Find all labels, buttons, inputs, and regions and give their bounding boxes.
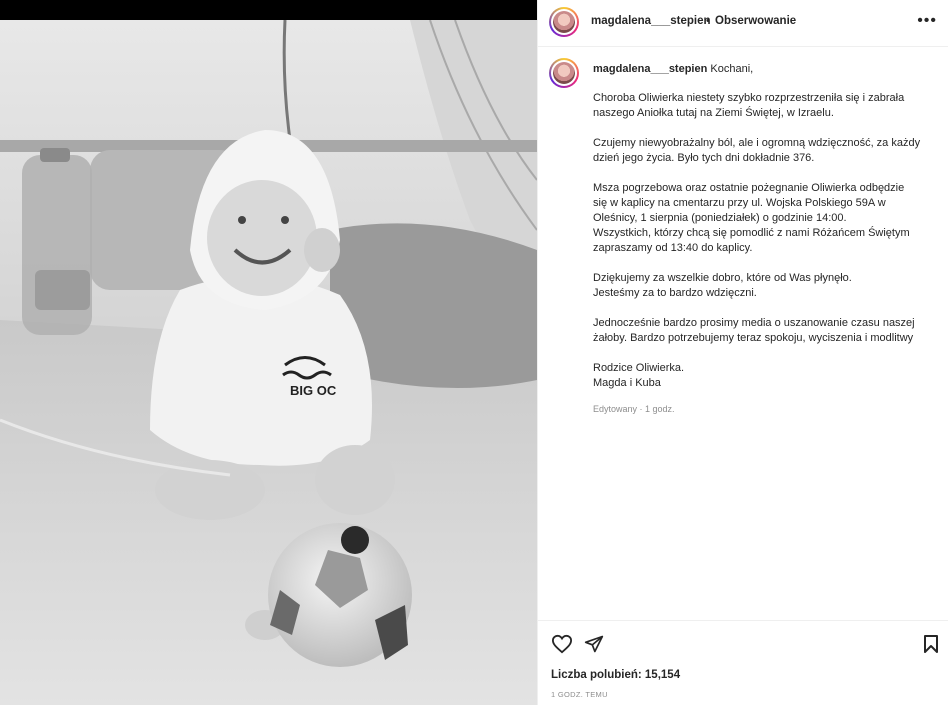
avatar[interactable]: [549, 7, 579, 37]
shirt-text: BIG OC: [290, 383, 337, 398]
top-black-bar: [0, 0, 537, 20]
likes-count[interactable]: Liczba polubień: 15,154: [551, 669, 680, 681]
header-username[interactable]: magdalena___stepien: [591, 15, 711, 27]
post-actions: Liczba polubień: 15,154 1 GODZ. TEMU: [538, 620, 948, 706]
caption-paragraph: Rodzice Oliwierka. Magda i Kuba: [593, 362, 685, 389]
following-button[interactable]: Obserwowanie: [715, 15, 796, 27]
caption-paragraph: Msza pogrzebowa oraz ostatnie pożegnanie…: [593, 182, 910, 254]
edited-timestamp: Edytowany · 1 godz.: [593, 404, 675, 414]
post-time-ago: 1 GODZ. TEMU: [551, 690, 608, 699]
header-separator: •: [706, 15, 710, 27]
caption-first-line: magdalena___stepien Kochani,: [593, 62, 933, 77]
bookmark-icon[interactable]: [923, 634, 939, 654]
caption-greeting: Kochani,: [710, 63, 754, 75]
post-photo[interactable]: BIG OC: [0, 20, 537, 705]
post-header: magdalena___stepien • Obserwowanie •••: [538, 0, 948, 47]
caption-paragraph: Czujemy niewyobrażalny ból, ale i ogromn…: [593, 137, 921, 164]
heart-icon[interactable]: [551, 634, 573, 654]
caption-username[interactable]: magdalena___stepien: [593, 63, 707, 75]
caption-paragraph: Jednocześnie bardzo prosimy media o usza…: [593, 317, 915, 344]
share-icon[interactable]: [584, 634, 604, 654]
photo-illustration: BIG OC: [0, 20, 537, 705]
post-side-panel: magdalena___stepien • Obserwowanie ••• m…: [537, 0, 948, 705]
caption-avatar[interactable]: [549, 58, 579, 88]
instagram-post-view: BIG OC magdalena___stepien • Obserwowani…: [0, 0, 948, 705]
caption-paragraph: Dziękujemy za wszelkie dobro, które od W…: [593, 272, 852, 299]
caption-paragraph: Choroba Oliwierka niestety szybko rozprz…: [593, 92, 905, 119]
post-caption: magdalena___stepien Kochani, Choroba Oli…: [593, 62, 933, 406]
more-icon[interactable]: •••: [917, 12, 937, 30]
